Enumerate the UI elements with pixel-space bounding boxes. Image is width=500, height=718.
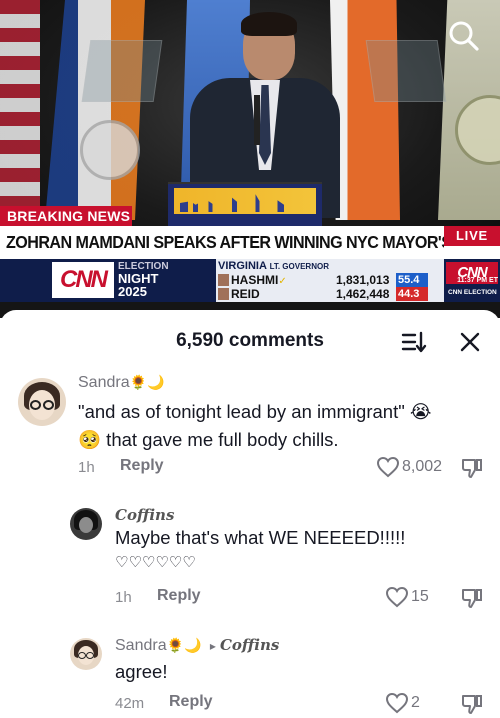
comment-text: "and as of tonight lead by an immigrant"…	[78, 401, 432, 450]
candidate-name: REID	[231, 287, 260, 301]
candidate-row: HASHMI✓ 1,831,013 55.4	[218, 273, 442, 287]
comment-text: Maybe that's what WE NEEEED!!!!! ♡♡♡♡♡♡	[115, 527, 406, 571]
broadcast-time: 11:37 PM ET	[457, 277, 498, 284]
username-decoration: 🌻🌙	[166, 637, 202, 653]
comments-sheet: 6,590 comments Sandra🌻🌙 "and as of tonig…	[0, 310, 500, 718]
close-icon	[460, 332, 480, 352]
race-results-panel: VIRGINIA LT. GOVERNOR HASHMI✓ 1,831,013 …	[216, 259, 444, 302]
close-button[interactable]	[458, 330, 482, 354]
candidate-photo	[218, 274, 229, 286]
comment-username[interactable]: Sandra🌻🌙 ▸ Coffins	[115, 636, 279, 655]
search-icon	[449, 21, 479, 51]
like-count: 8,002	[402, 458, 443, 475]
avatar[interactable]	[70, 508, 102, 540]
reply-button[interactable]: Reply	[120, 457, 164, 475]
video-player[interactable]: BREAKING NEWS ZOHRAN MAMDANI SPEAKS AFTE…	[0, 0, 500, 318]
us-flag	[0, 0, 40, 220]
reply-to-username[interactable]: Coffins	[220, 636, 279, 654]
headline-text: ZOHRAN MAMDANI SPEAKS AFTER WINNING NYC …	[6, 232, 499, 252]
comment-time: 42m	[115, 695, 145, 712]
teleprompter-left	[81, 40, 163, 102]
comment-time: 1h	[78, 459, 95, 476]
breaking-news-label: BREAKING NEWS	[0, 206, 132, 226]
search-button[interactable]	[446, 18, 482, 54]
race-title: VIRGINIA LT. GOVERNOR	[218, 260, 329, 272]
live-badge: LIVE	[444, 226, 500, 246]
reply-button[interactable]: Reply	[157, 587, 201, 605]
candidate-name: HASHMI✓	[231, 273, 287, 287]
teleprompter-right	[365, 40, 447, 102]
cnn-logo: CNN	[52, 262, 114, 298]
candidate-photo	[218, 288, 229, 300]
heart-icon[interactable]	[385, 692, 409, 714]
like-count: 15	[411, 588, 429, 605]
dislike-icon[interactable]	[460, 456, 484, 480]
username-decoration: 🌻🌙	[129, 374, 165, 390]
reply-arrow-icon: ▸	[209, 639, 216, 653]
candidate-percent: 55.4	[396, 273, 428, 287]
comment-username[interactable]: Sandra🌻🌙	[78, 374, 164, 392]
comment-text: agree!	[115, 661, 168, 682]
speaker-hair	[241, 12, 297, 36]
orange-flag	[330, 0, 400, 220]
avatar[interactable]	[70, 638, 102, 670]
headline-bar: ZOHRAN MAMDANI SPEAKS AFTER WINNING NYC …	[0, 226, 499, 259]
comment-username[interactable]: Coffins	[115, 506, 174, 524]
candidate-votes: 1,831,013	[336, 273, 390, 287]
candidate-percent: 44.3	[396, 287, 428, 301]
winner-check-icon: ✓	[278, 276, 287, 287]
cnn-election-label: CNN ELECTION	[448, 289, 497, 296]
candidate-votes: 1,462,448	[336, 287, 390, 301]
reply-button[interactable]: Reply	[169, 693, 213, 711]
comment-time: 1h	[115, 589, 132, 606]
candidate-row: REID 1,462,448 44.3	[218, 287, 442, 301]
election-night-label: ELECTION NIGHT 2025	[118, 261, 169, 299]
sort-icon	[401, 331, 427, 353]
sort-button[interactable]	[401, 330, 427, 354]
avatar[interactable]	[18, 378, 66, 426]
like-count: 2	[411, 694, 420, 711]
dislike-icon[interactable]	[460, 692, 484, 716]
microphone	[254, 95, 260, 145]
city-seal	[80, 120, 140, 180]
heart-icon[interactable]	[376, 456, 400, 478]
dislike-icon[interactable]	[460, 586, 484, 610]
heart-icon[interactable]	[385, 586, 409, 608]
